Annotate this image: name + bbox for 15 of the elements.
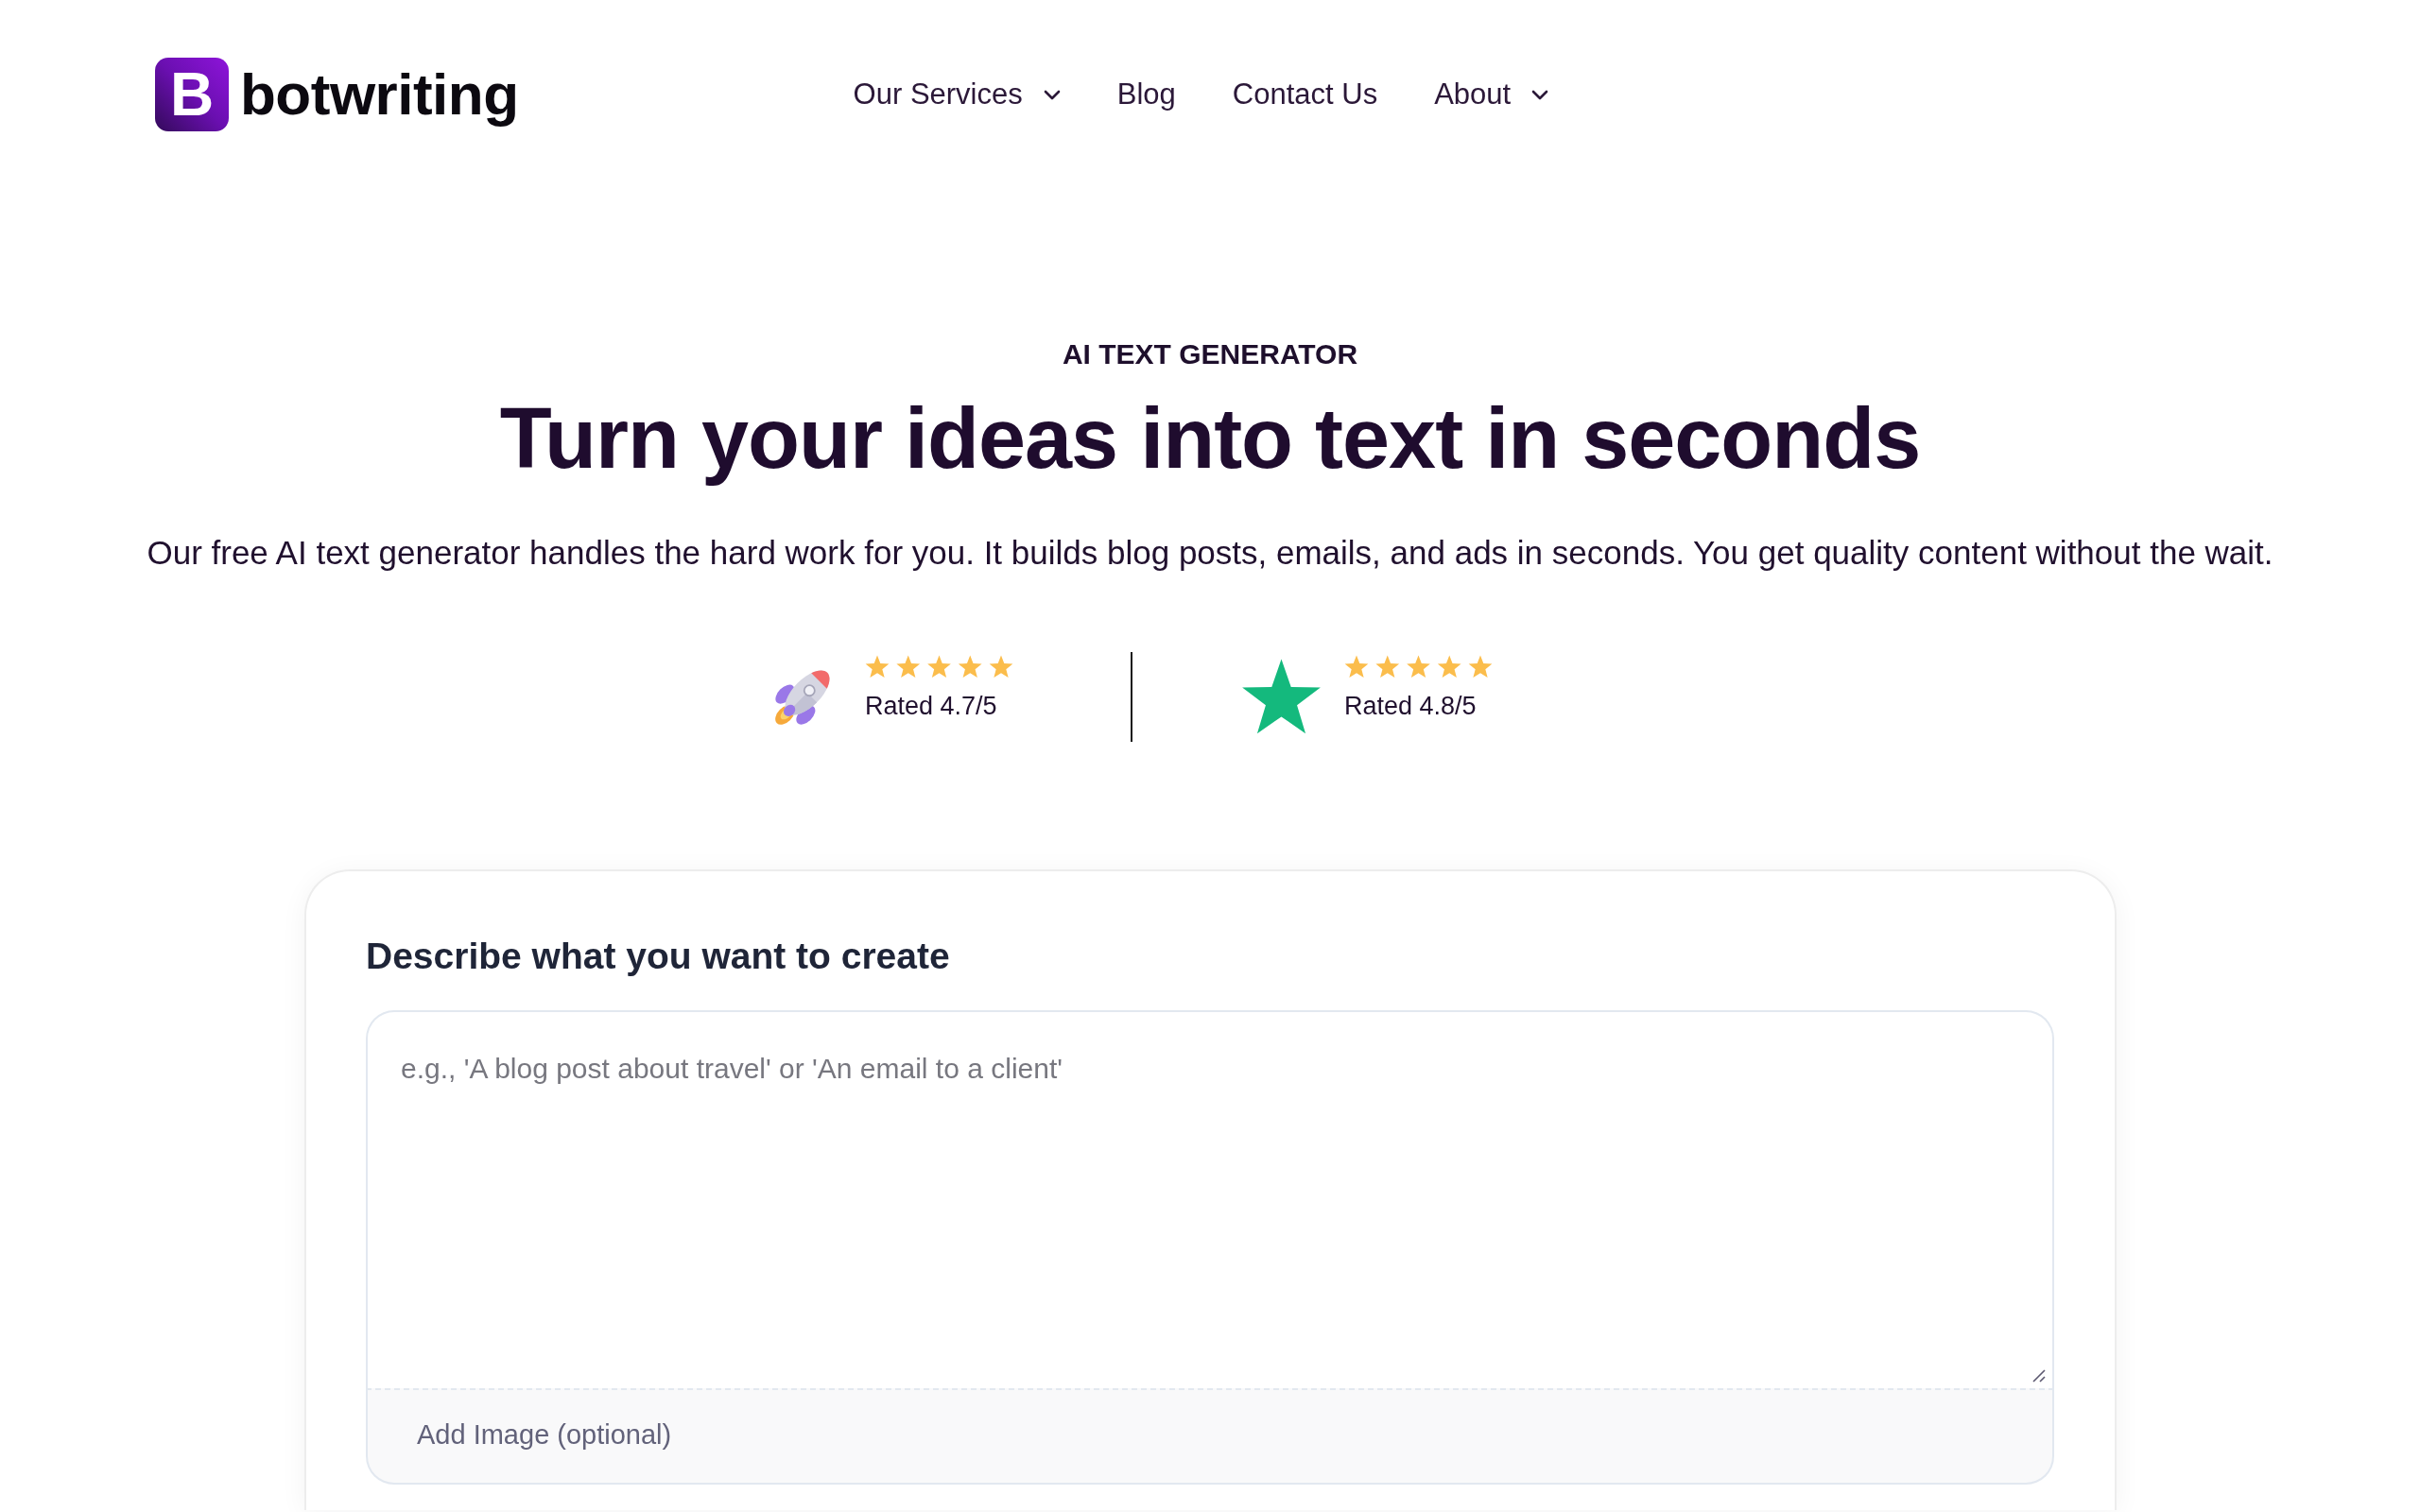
- prompt-field[interactable]: e.g., 'A blog post about travel' or 'An email to a client': [366, 1010, 2054, 1388]
- nav-link[interactable]: Our Services: [853, 77, 1061, 112]
- rating-text: Rated 4.7/5: [865, 690, 997, 721]
- add-image-button[interactable]: Add Image (optional): [366, 1388, 2054, 1485]
- nav-link[interactable]: About: [1434, 77, 1549, 112]
- brand-name[interactable]: botwriting: [240, 60, 519, 129]
- nav-link[interactable]: Blog: [1116, 77, 1176, 112]
- rating-text: Rated 4.8/5: [1344, 690, 1477, 721]
- logo-mark[interactable]: B: [155, 58, 229, 131]
- resize-grip-icon[interactable]: [2031, 1367, 2046, 1383]
- form-heading: Describe what you want to create: [366, 935, 951, 978]
- hero-heading: Turn your ideas into text in seconds: [498, 390, 1922, 488]
- eyebrow-label: AI TEXT GENERATOR: [1061, 337, 1359, 371]
- hero-description: Our free AI text generator handles the hard work for you. It builds blog posts, emails, and ads in seconds. You get quality content without the wait.: [146, 533, 2274, 573]
- nav-link[interactable]: Contact Us: [1232, 77, 1378, 112]
